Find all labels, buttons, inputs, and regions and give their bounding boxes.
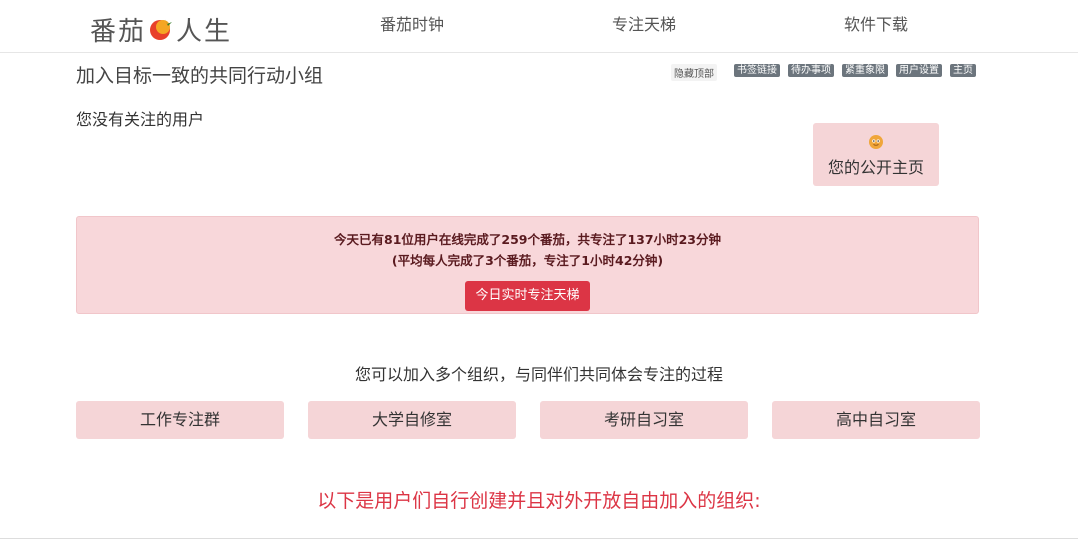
user-groups-heading: 以下是用户们自行创建并且对外开放自由加入的组织: (317, 490, 761, 512)
stats-average-line: (平均每人完成了3个番茄，专注了1小时42分钟) (391, 253, 664, 268)
divider (0, 538, 1078, 539)
stats-summary-line: 今天已有81位用户在线完成了259个番茄，共专注了137小时23分钟 (334, 232, 721, 247)
logo-text-left: 番茄 (90, 16, 147, 47)
daily-stats-alert: 今天已有81位用户在线完成了259个番茄，共专注了137小时23分钟 (平均每人… (76, 216, 979, 314)
nav-download-link[interactable]: 软件下载 (844, 11, 908, 35)
user-settings-pill[interactable]: 用户设置 (896, 64, 942, 77)
nav-pomodoro-link[interactable]: 番茄时钟 (380, 11, 444, 35)
quadrant-pill[interactable]: 紧重象限 (842, 64, 888, 77)
top-navbar: 番茄 人生 番茄时钟 专注天梯 软件下载 (0, 0, 1078, 53)
public-homepage-card[interactable]: 您的公开主页 (813, 123, 939, 186)
group-university-study-button[interactable]: 大学自修室 (308, 401, 516, 439)
todo-pill[interactable]: 待办事项 (788, 64, 834, 77)
public-homepage-label: 您的公开主页 (827, 158, 924, 177)
nav-ladder-link[interactable]: 专注天梯 (612, 11, 676, 35)
bookmark-link-pill[interactable]: 书签链接 (734, 64, 780, 77)
logo-text-right: 人生 (176, 16, 233, 47)
group-postgrad-study-button[interactable]: 考研自习室 (540, 401, 748, 439)
hide-top-button[interactable]: 隐藏顶部 (671, 64, 717, 81)
group-highschool-study-button[interactable]: 高中自习室 (772, 401, 980, 439)
site-logo[interactable]: 番茄 人生 (90, 11, 232, 47)
home-pill[interactable]: 主页 (950, 64, 976, 77)
smiley-icon (869, 135, 883, 149)
group-work-focus-button[interactable]: 工作专注群 (76, 401, 284, 439)
groups-intro-text: 您可以加入多个组织，与同伴们共同体会专注的过程 (354, 365, 723, 384)
tomato-icon (150, 19, 173, 40)
today-ladder-button[interactable]: 今日实时专注天梯 (465, 281, 590, 311)
no-followed-users-text: 您没有关注的用户 (76, 110, 205, 129)
page-title: 加入目标一致的共同行动小组 (76, 65, 324, 87)
